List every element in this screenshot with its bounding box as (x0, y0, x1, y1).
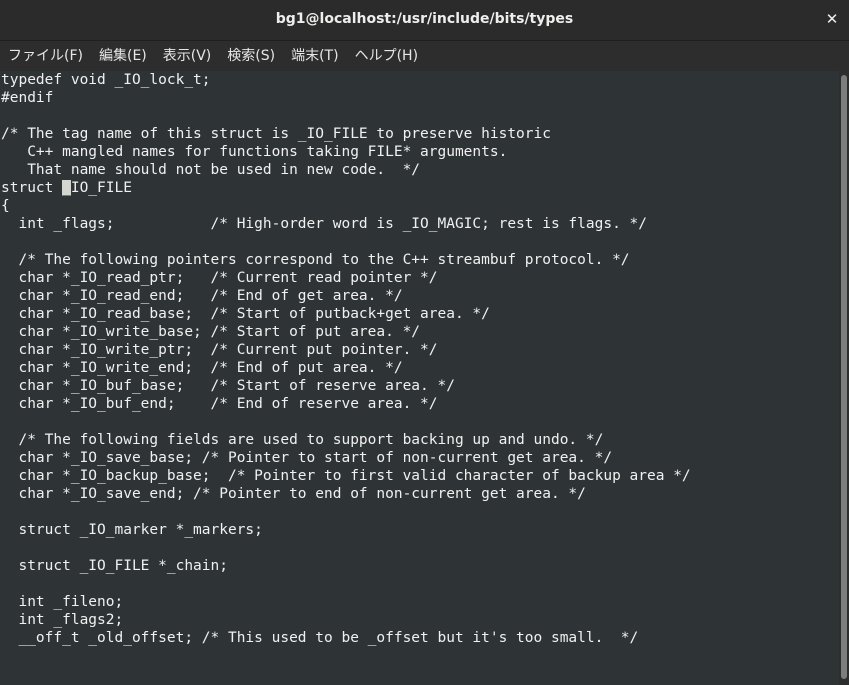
menu-bar: ファイル(F) 編集(E) 表示(V) 検索(S) 端末(T) ヘルプ(H) (0, 41, 849, 71)
terminal-text: typedef void _IO_lock_t; #endif /* The tag… (0, 71, 839, 647)
terminal-line: /* The tag name of this struct is _IO_FI… (1, 126, 551, 142)
terminal-line: struct _IO_marker *_markers; (1, 522, 263, 538)
terminal-line: int _flags; /* High-order word is _IO_MA… (1, 216, 648, 232)
terminal-output[interactable]: typedef void _IO_lock_t; #endif /* The tag… (0, 71, 839, 685)
menu-edit[interactable]: 編集(E) (91, 41, 155, 71)
terminal-line: /* The following fields are used to supp… (1, 432, 604, 448)
terminal-line: char *_IO_save_end; /* Pointer to end of… (1, 486, 586, 502)
menu-file[interactable]: ファイル(F) (0, 41, 91, 71)
terminal-line: char *_IO_write_end; /* End of put area.… (1, 360, 403, 376)
terminal-line: C++ mangled names for functions taking F… (1, 144, 508, 160)
terminal-line: char *_IO_save_base; /* Pointer to start… (1, 450, 613, 466)
title-bar[interactable]: bg1@localhost:/usr/include/bits/types ✕ (0, 0, 849, 41)
menu-terminal[interactable]: 端末(T) (283, 41, 346, 71)
terminal-line: int _flags2; (1, 612, 124, 628)
window-title: bg1@localhost:/usr/include/bits/types (275, 11, 574, 27)
terminal-line: struct _IO_FILE *_chain; (1, 558, 228, 574)
terminal-line: char *_IO_buf_end; /* End of reserve are… (1, 396, 438, 412)
menu-view[interactable]: 表示(V) (155, 41, 220, 71)
terminal-line: __off_t _old_offset; /* This used to be … (1, 630, 639, 646)
text-cursor: _ (62, 180, 71, 196)
terminal-line: int _fileno; (1, 594, 124, 610)
vertical-scrollbar[interactable] (839, 71, 849, 685)
terminal-line: char *_IO_read_end; /* End of get area. … (1, 288, 403, 304)
terminal-line: /* The following pointers correspond to … (1, 252, 630, 268)
terminal-line: char *_IO_backup_base; /* Pointer to fir… (1, 468, 691, 484)
menu-help[interactable]: ヘルプ(H) (347, 41, 426, 71)
terminal-line: char *_IO_write_ptr; /* Current put poin… (1, 342, 438, 358)
menu-search[interactable]: 検索(S) (219, 41, 283, 71)
cursor-line-suffix: IO_FILE (70, 180, 132, 196)
terminal-line: char *_IO_buf_base; /* Start of reserve … (1, 378, 455, 394)
terminal-line: char *_IO_write_base; /* Start of put ar… (1, 324, 421, 340)
terminal-window: bg1@localhost:/usr/include/bits/types ✕ … (0, 0, 849, 685)
terminal-line: { (1, 198, 10, 214)
terminal-line: That name should not be used in new code… (1, 162, 421, 178)
terminal-line: typedef void _IO_lock_t; (1, 72, 211, 88)
terminal-line-cursor: struct _IO_FILE (1, 179, 839, 197)
scrollbar-thumb[interactable] (841, 75, 847, 679)
terminal-line: char *_IO_read_ptr; /* Current read poin… (1, 270, 438, 286)
close-icon[interactable]: ✕ (823, 10, 841, 28)
cursor-line-prefix: struct (1, 180, 63, 196)
terminal-line: #endif (1, 90, 54, 106)
terminal-line: char *_IO_read_base; /* Start of putback… (1, 306, 490, 322)
